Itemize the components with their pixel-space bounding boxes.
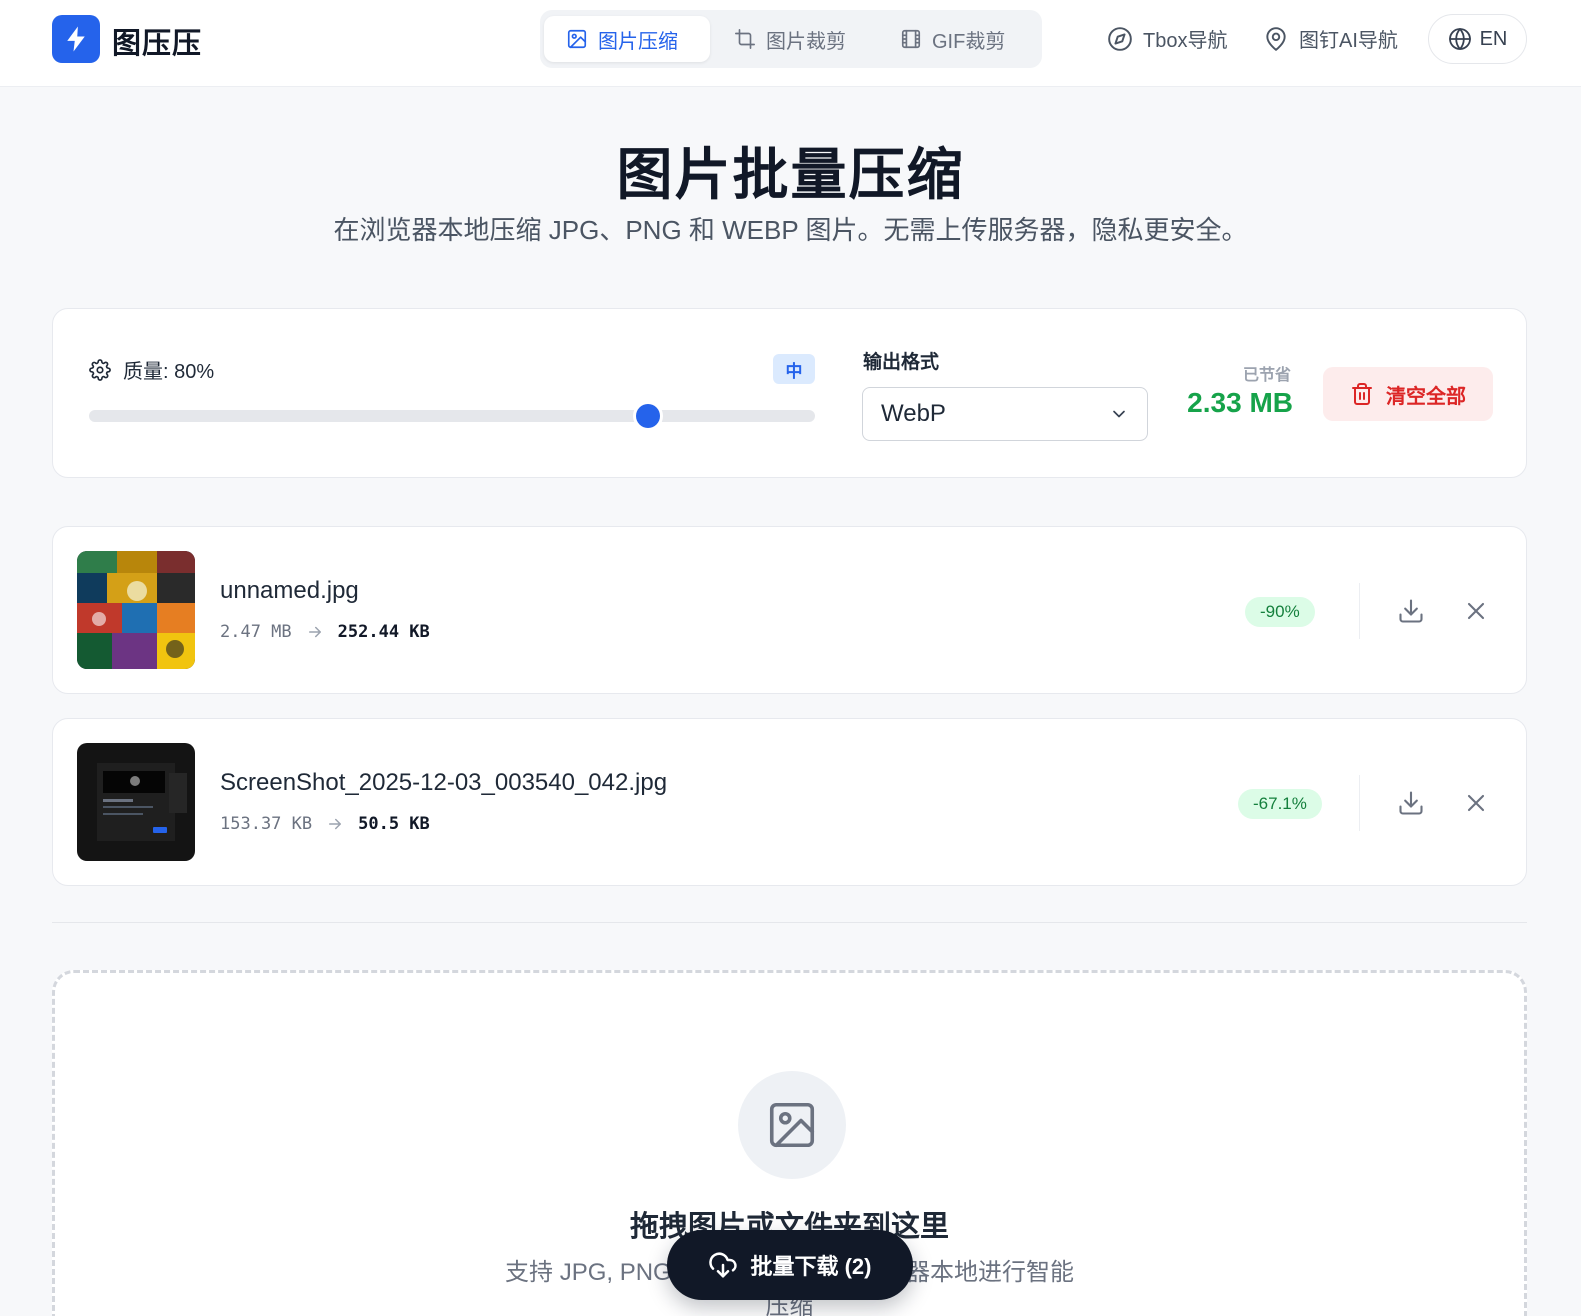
language-label: EN: [1479, 27, 1508, 50]
trash-icon: [1352, 383, 1372, 405]
main-nav: 图片压缩 图片裁剪 GIF裁剪: [540, 10, 1042, 68]
arrow-right-icon: [326, 815, 344, 833]
file-size-info: 153.37 KB 50.5 KB: [220, 814, 430, 834]
tab-label: GIF裁剪: [932, 30, 1006, 53]
app-logo[interactable]: [52, 15, 100, 63]
original-size: 2.47 MB: [220, 622, 292, 642]
download-icon: [1399, 791, 1423, 815]
remove-file-button[interactable]: [1458, 785, 1494, 821]
batch-download-label: 批量下载 (2): [750, 1254, 872, 1279]
quality-level-badge: 中: [773, 354, 815, 384]
clear-all-button[interactable]: 清空全部: [1323, 367, 1493, 421]
quality-label: 质量: 80%: [89, 355, 214, 384]
link-label: Tbox导航: [1143, 30, 1228, 52]
batch-download-button[interactable]: 批量下载 (2): [667, 1230, 913, 1300]
compression-settings-panel: 质量: 80% 中 输出格式 WebP 已节省 2.33 MB 清空全部: [52, 308, 1527, 478]
page-subtitle: 在浏览器本地压缩 JPG、PNG 和 WEBP 图片。无需上传服务器，隐私更安全…: [333, 215, 1248, 245]
close-icon: [1467, 794, 1485, 812]
file-thumbnail: [77, 743, 195, 861]
compass-icon: [1108, 26, 1132, 51]
remove-file-button[interactable]: [1458, 593, 1494, 629]
crop-icon: [735, 29, 755, 49]
tuding-ai-nav-link[interactable]: 图钉AI导航: [1263, 24, 1398, 53]
lightning-icon: [67, 26, 85, 52]
tbox-nav-link[interactable]: Tbox导航: [1107, 24, 1227, 53]
output-format-value: WebP: [881, 400, 946, 427]
reduction-badge: -90%: [1245, 597, 1315, 627]
language-switch-button[interactable]: EN: [1428, 14, 1527, 64]
download-button[interactable]: [1393, 785, 1429, 821]
output-format-select[interactable]: WebP: [862, 387, 1148, 441]
dropzone-icon-circle: [738, 1071, 846, 1179]
file-row: unnamed.jpg 2.47 MB 252.44 KB -90%: [52, 526, 1527, 694]
compressed-size: 252.44 KB: [337, 622, 430, 642]
link-label: 图钉AI导航: [1299, 30, 1398, 52]
arrow-right-icon: [306, 623, 324, 641]
saved-value: 2.33 MB: [1187, 387, 1293, 418]
download-button[interactable]: [1393, 593, 1429, 629]
original-size: 153.37 KB: [220, 814, 313, 834]
quality-slider[interactable]: [89, 404, 815, 428]
cloud-download-icon: [709, 1252, 738, 1278]
close-icon: [1467, 602, 1485, 620]
row-divider: [1359, 583, 1360, 639]
clear-all-label: 清空全部: [1386, 385, 1466, 408]
file-row: ScreenShot_2025-12-03_003540_042.jpg 153…: [52, 718, 1527, 886]
file-name: ScreenShot_2025-12-03_003540_042.jpg: [220, 769, 668, 796]
page-title: 图片批量压缩: [616, 143, 965, 206]
image-icon: [567, 29, 587, 49]
section-divider: [52, 922, 1527, 923]
film-icon: [901, 29, 921, 49]
gear-icon: [89, 358, 111, 381]
image-upload-icon: [769, 1102, 815, 1148]
tab-image-compress[interactable]: 图片压缩: [544, 16, 710, 62]
output-format-label: 输出格式: [863, 352, 940, 373]
compressed-size: 50.5 KB: [358, 814, 430, 834]
row-divider: [1359, 775, 1360, 831]
reduction-badge: -67.1%: [1238, 789, 1322, 819]
app-name[interactable]: 图压压: [112, 20, 202, 62]
tab-label: 图片压缩: [598, 30, 678, 53]
tab-gif-crop[interactable]: GIF裁剪: [878, 16, 1038, 62]
saved-label: 已节省: [1242, 367, 1291, 384]
file-size-info: 2.47 MB 252.44 KB: [220, 622, 430, 642]
download-icon: [1399, 599, 1423, 623]
globe-icon: [1448, 28, 1471, 50]
file-name: unnamed.jpg: [220, 577, 359, 604]
tab-label: 图片裁剪: [766, 30, 846, 53]
chevron-down-icon: [1113, 410, 1125, 418]
file-thumbnail: [77, 551, 195, 669]
map-pin-icon: [1266, 26, 1286, 51]
tab-image-crop[interactable]: 图片裁剪: [712, 16, 876, 62]
top-header: 图压压 图片压缩 图片裁剪 GIF裁剪 Tbox导航 图钉AI导航 EN: [0, 0, 1581, 87]
quality-text: 质量: 80%: [123, 361, 215, 383]
quality-slider-handle[interactable]: [635, 404, 660, 428]
